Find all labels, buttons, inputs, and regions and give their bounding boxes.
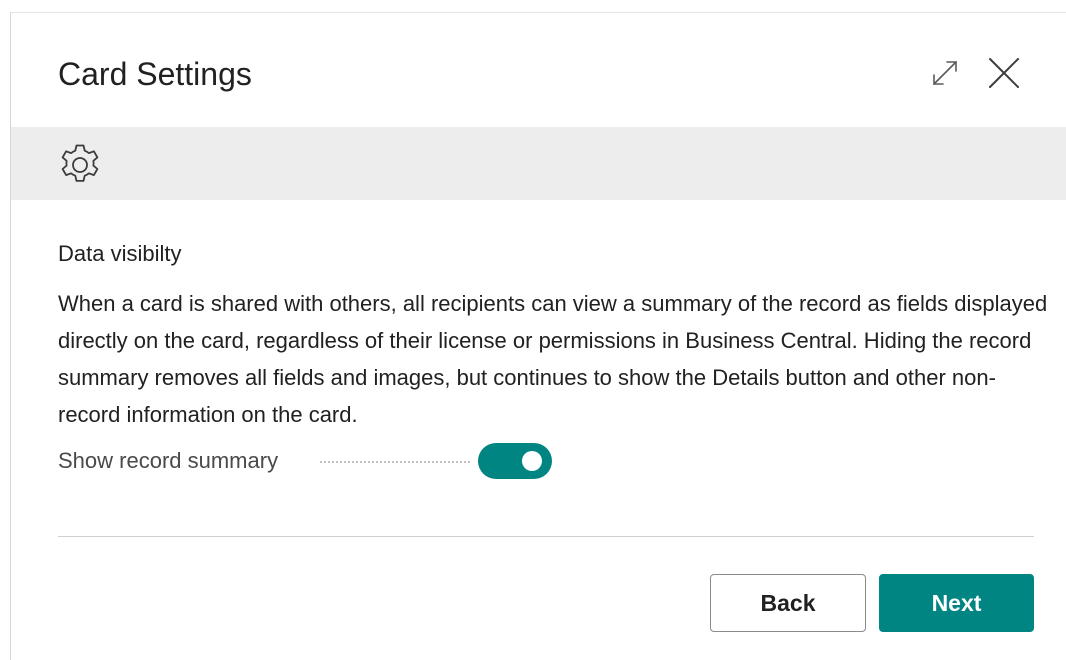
show-record-summary-row: Show record summary — [58, 443, 578, 479]
dotted-leader — [320, 461, 470, 463]
close-button[interactable] — [984, 53, 1024, 93]
toggle-knob — [522, 451, 542, 471]
next-button[interactable]: Next — [879, 574, 1034, 632]
section-description: When a card is shared with others, all r… — [58, 291, 1048, 427]
card-settings-dialog: Card Settings Data visibilty When a card… — [10, 12, 1066, 660]
back-button[interactable]: Back — [710, 574, 866, 632]
expand-icon — [933, 61, 957, 85]
close-icon — [989, 58, 1019, 88]
section-heading: Data visibilty — [58, 241, 182, 266]
dialog-title: Card Settings — [58, 56, 252, 92]
gear-icon — [61, 144, 99, 182]
toggle-label: Show record summary — [58, 448, 279, 473]
show-record-summary-toggle[interactable] — [478, 443, 552, 479]
expand-button[interactable] — [927, 55, 963, 91]
footer-divider — [58, 536, 1034, 537]
icon-band — [11, 127, 1066, 200]
